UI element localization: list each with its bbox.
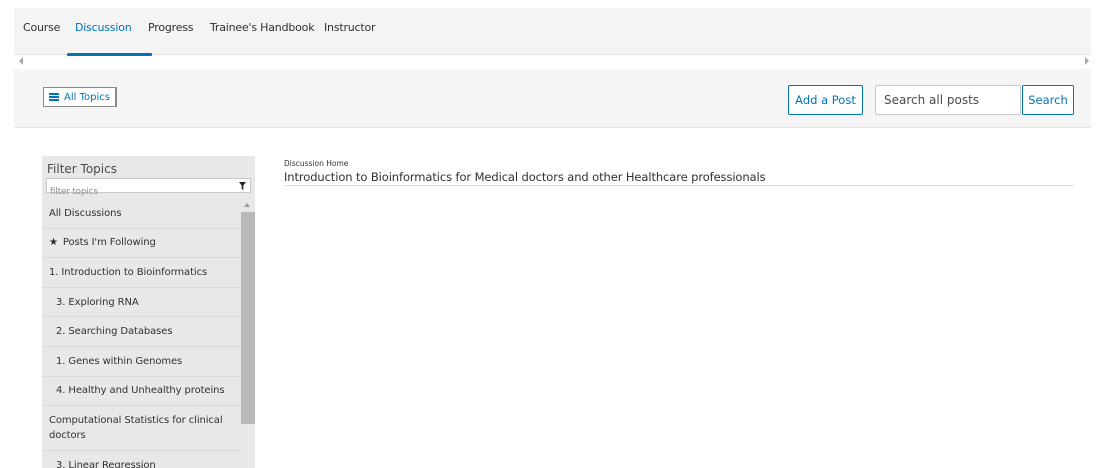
search-button[interactable]: Search — [1022, 85, 1074, 115]
course-tab-bar: Course Discussion Progress Trainee's Han… — [14, 8, 1091, 56]
all-topics-button[interactable]: All Topics — [43, 87, 117, 107]
topic-item-all-discussions[interactable]: All Discussions — [42, 199, 241, 229]
filter-topics-title: Filter Topics — [47, 162, 117, 176]
breadcrumb[interactable]: Discussion Home — [284, 159, 348, 168]
filter-topics-panel: Filter Topics All Discussions ★ Posts I'… — [42, 156, 255, 468]
title-divider — [284, 185, 1074, 186]
search-posts-input[interactable] — [875, 85, 1021, 115]
topic-label: All Discussions — [49, 207, 122, 219]
topic-label: 1. Introduction to Bioinformatics — [49, 266, 208, 278]
topic-label: Posts I'm Following — [62, 237, 156, 249]
scroll-right-arrow-icon[interactable] — [1084, 56, 1090, 66]
tab-instructor[interactable]: Instructor — [324, 21, 376, 34]
topic-item-healthy-unhealthy-proteins[interactable]: 4. Healthy and Unhealthy proteins — [42, 377, 241, 407]
course-title: Introduction to Bioinformatics for Medic… — [284, 170, 766, 184]
filter-icon — [239, 182, 246, 190]
filter-topics-input[interactable] — [47, 185, 232, 199]
scroll-up-arrow-icon[interactable] — [244, 203, 250, 207]
active-tab-indicator — [67, 53, 152, 56]
topic-item-following[interactable]: ★ Posts I'm Following — [42, 229, 241, 259]
filter-topics-field — [46, 178, 251, 199]
topic-item-searching-databases[interactable]: 2. Searching Databases — [42, 317, 241, 347]
tab-progress[interactable]: Progress — [148, 21, 194, 34]
topic-list: All Discussions ★ Posts I'm Following 1.… — [42, 199, 241, 468]
scrollbar-thumb[interactable] — [241, 212, 255, 424]
all-topics-label: All Topics — [64, 91, 110, 103]
scroll-left-arrow-icon[interactable] — [18, 56, 24, 66]
topic-label: 2. Searching Databases — [56, 326, 173, 338]
discussion-page: Course Discussion Progress Trainee's Han… — [0, 0, 1105, 468]
star-icon: ★ — [49, 237, 58, 249]
topic-item-genes-within-genomes[interactable]: 1. Genes within Genomes — [42, 347, 241, 377]
topic-label: 1. Genes within Genomes — [56, 355, 183, 367]
topic-label: 3. Linear Regression — [56, 459, 156, 468]
menu-icon — [49, 93, 59, 101]
topic-item-exploring-rna[interactable]: 3. Exploring RNA — [42, 288, 241, 318]
topic-label: Computational Statistics for clinical do… — [49, 415, 223, 442]
topic-item-linear-regression[interactable]: 3. Linear Regression — [42, 451, 241, 468]
topic-list-scrollbar[interactable] — [241, 199, 255, 468]
add-post-button[interactable]: Add a Post — [788, 85, 863, 115]
topic-item-intro-bioinformatics[interactable]: 1. Introduction to Bioinformatics — [42, 258, 241, 288]
tab-discussion[interactable]: Discussion — [75, 21, 132, 34]
topic-item-computational-statistics[interactable]: Computational Statistics for clinical do… — [42, 406, 241, 452]
tab-course[interactable]: Course — [23, 21, 60, 34]
tab-trainees-handbook[interactable]: Trainee's Handbook — [210, 21, 315, 34]
topic-label: 4. Healthy and Unhealthy proteins — [56, 385, 225, 397]
discussion-toolbar: All Topics Add a Post Search — [14, 69, 1091, 128]
topic-label: 3. Exploring RNA — [56, 296, 139, 308]
